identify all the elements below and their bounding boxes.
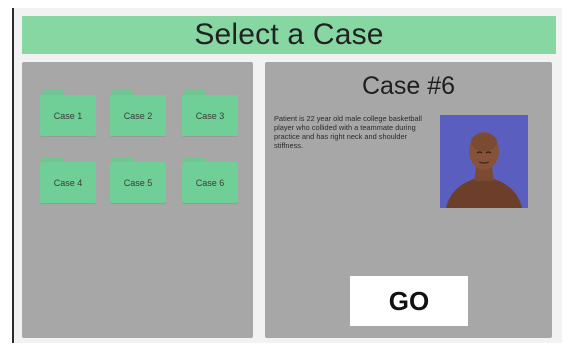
case-title: Case #6	[361, 72, 456, 100]
case-list-panel: Case 1 Case 2 Case 3 Case 4 Case 5 Case …	[22, 62, 253, 338]
folder-icon: Case 5	[110, 162, 166, 203]
app-window: Select a Case Case 1 Case 2 Case 3 Case …	[12, 8, 562, 343]
case-label: Case 5	[123, 177, 153, 188]
case-label: Case 2	[123, 110, 153, 121]
folder-icon: Case 4	[40, 162, 96, 203]
case-3-folder[interactable]: Case 3	[182, 90, 238, 136]
case-detail-panel: Case #6 Patient is 22 year old male coll…	[265, 62, 552, 338]
page-title: Select a Case	[194, 18, 384, 51]
folder-icon: Case 1	[40, 95, 96, 136]
title-bar: Select a Case	[22, 16, 556, 54]
folder-icon: Case 3	[182, 95, 238, 136]
go-button[interactable]: GO	[350, 276, 468, 326]
case-2-folder[interactable]: Case 2	[110, 90, 166, 136]
case-1-folder[interactable]: Case 1	[40, 90, 96, 136]
folder-icon: Case 6	[182, 162, 238, 203]
case-label: Case 1	[53, 110, 83, 121]
patient-portrait-icon	[440, 115, 528, 208]
patient-photo	[440, 115, 528, 208]
case-label: Case 6	[195, 177, 225, 188]
case-description: Patient is 22 year old male college bask…	[274, 114, 422, 150]
case-4-folder[interactable]: Case 4	[40, 157, 96, 203]
case-label: Case 4	[53, 177, 83, 188]
case-label: Case 3	[195, 110, 225, 121]
folder-icon: Case 2	[110, 95, 166, 136]
case-6-folder[interactable]: Case 6	[182, 157, 238, 203]
case-5-folder[interactable]: Case 5	[110, 157, 166, 203]
go-label: GO	[388, 285, 430, 316]
